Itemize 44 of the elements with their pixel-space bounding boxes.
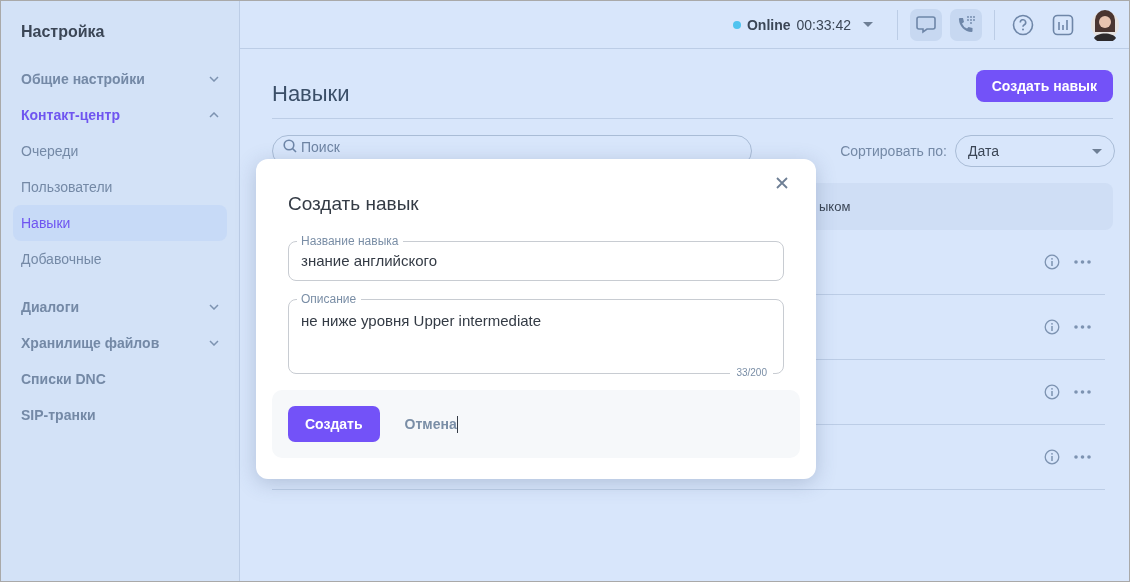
sidebar-item[interactable]: SIP-транки [13,397,227,433]
dialog-title: Создать навык [288,193,419,215]
column-header: ыком [819,199,851,214]
more-icon[interactable] [1074,455,1091,459]
chevron-up-icon [209,112,219,118]
caret-icon[interactable] [863,22,873,27]
status-label[interactable]: Online [746,16,791,33]
chevron-down-icon [209,76,219,82]
sidebar-item[interactable]: Списки DNC [13,361,227,397]
chevron-down-icon [209,340,219,346]
cancel-button[interactable]: Отмена [404,416,457,432]
avatar[interactable] [1091,8,1119,41]
info-icon[interactable] [1044,319,1060,335]
more-icon[interactable] [1074,325,1091,329]
caret-icon [1092,148,1102,154]
sidebar-item[interactable]: Хранилище файлов [13,325,227,361]
sidebar-item[interactable]: Общие настройки [13,61,227,97]
sidebar-item[interactable]: Добавочные [13,241,227,277]
search-icon [283,139,297,153]
page-title: Навыки [272,81,350,107]
more-icon[interactable] [1074,260,1091,264]
sidebar-title: Настройка [21,23,106,41]
character-counter: 33/200 [730,367,773,379]
chevron-down-icon [209,304,219,310]
chat-button[interactable] [910,8,942,41]
phone-keypad-button[interactable] [950,8,982,41]
sidebar-item[interactable]: Диалоги [13,289,227,325]
text-cursor [456,415,458,433]
close-icon[interactable] [776,177,788,189]
input-field[interactable]: Название навыка знание английского [288,235,784,281]
create-button[interactable]: Создать [288,406,380,442]
info-icon[interactable] [1044,254,1060,270]
sidebar-item[interactable]: Пользователи [13,169,227,205]
more-icon[interactable] [1074,390,1091,394]
create-skill-button[interactable]: Создать навык [975,70,1113,102]
sidebar-item[interactable]: Контакт-центр [13,97,227,133]
sidebar-item[interactable]: Очереди [13,133,227,169]
chat-bubble-icon [916,14,936,35]
sidebar-item[interactable]: Навыки [13,205,227,241]
session-timer: 00:33:42 [796,16,851,33]
phone-keypad-icon [956,14,976,35]
sort-label: Сортировать по: [840,143,947,159]
info-icon[interactable] [1044,384,1060,400]
info-icon[interactable] [1044,449,1060,465]
